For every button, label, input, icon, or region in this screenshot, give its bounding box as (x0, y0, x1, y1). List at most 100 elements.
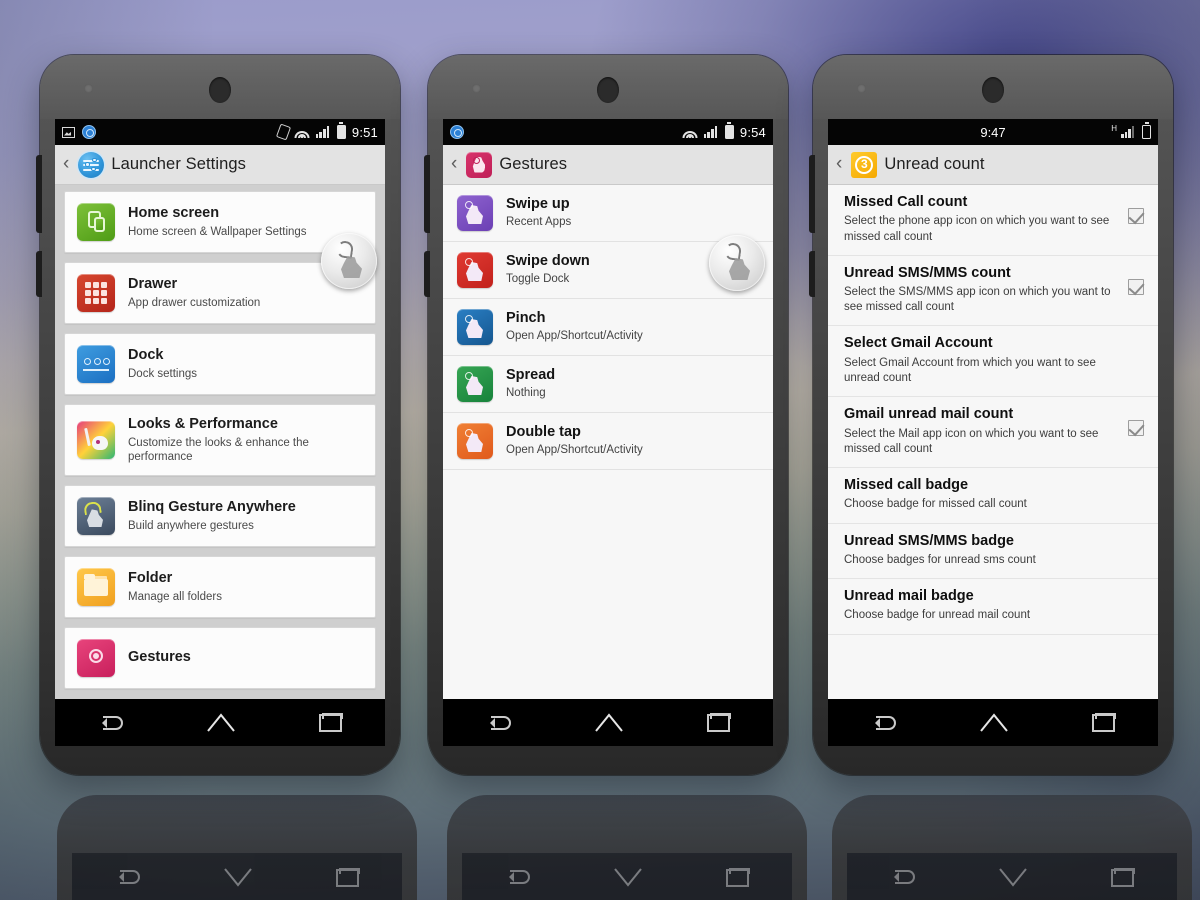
list-item-title: Gmail unread mail count (844, 406, 1014, 423)
badge-number: 3 (855, 155, 874, 174)
status-bar-2: 9:54 (443, 119, 773, 145)
earpiece-speaker (597, 77, 619, 103)
phone-unread-count: 9:47 H ‹ 3 Unread count Missed Call coun… (809, 55, 1173, 775)
list-item-unread-mail-badge[interactable]: Unread mail badge Choose badge for unrea… (828, 579, 1158, 635)
action-bar-1: ‹ Launcher Settings (55, 145, 385, 185)
list-item-title: Missed Call count (844, 194, 968, 210)
power-button[interactable] (424, 251, 430, 297)
signal-icon (703, 126, 719, 138)
swipe-up-icon (457, 195, 493, 231)
battery-empty-icon (1142, 122, 1151, 139)
list-item-title: Double tap (506, 423, 581, 440)
volume-button[interactable] (809, 155, 815, 233)
spread-icon (457, 366, 493, 402)
list-item-title: Select Gmail Account (844, 335, 993, 352)
list-item-title: Gestures (128, 648, 191, 665)
earpiece-speaker (982, 77, 1004, 103)
reflection-fade-2 (447, 795, 807, 900)
list-item-title: Swipe down (506, 252, 590, 269)
list-item-subtitle: Select the SMS/MMS app icon on which you… (844, 286, 1111, 314)
power-button[interactable] (809, 251, 815, 297)
home-icon[interactable] (594, 713, 624, 732)
list-item-subtitle: Dock settings (128, 367, 198, 380)
list-item-subtitle: App drawer customization (128, 296, 261, 309)
list-item-subtitle: Select the Mail app icon on which you wa… (844, 427, 1099, 455)
list-item-pinch[interactable]: Pinch Open App/Shortcut/Activity (443, 299, 773, 356)
list-item-unread-sms-count[interactable]: Unread SMS/MMS count Select the SMS/MMS … (828, 255, 1158, 327)
list-item-subtitle: Build anywhere gestures (128, 520, 254, 533)
list-item-folder[interactable]: Folder Manage all folders (64, 556, 376, 619)
status-bar-system-2: 9:54 (682, 122, 766, 140)
back-icon[interactable] (97, 715, 123, 731)
checkbox-unread-sms-count[interactable] (1128, 278, 1144, 295)
list-item-subtitle: Select the phone app icon on which you w… (844, 215, 1110, 243)
phone-reflection-1: Gestures (57, 795, 417, 900)
reflection-fade-3 (832, 795, 1192, 900)
list-item-title: Missed call badge (844, 476, 969, 493)
navigation-bar-2[interactable] (443, 699, 773, 746)
back-navigation-button-1[interactable]: ‹ (61, 154, 71, 176)
back-icon[interactable] (485, 715, 511, 731)
list-item-subtitle: Recent Apps (506, 216, 572, 229)
recents-icon[interactable] (707, 713, 732, 732)
status-bar-notifications-2 (450, 125, 464, 139)
recents-icon[interactable] (1092, 713, 1117, 732)
list-item-title: Unread SMS/MMS badge (844, 532, 1014, 549)
page-title-1: Launcher Settings (111, 155, 247, 173)
recents-icon[interactable] (319, 713, 344, 732)
wifi-icon (682, 127, 698, 138)
list-item-dock[interactable]: Dock Dock settings (64, 333, 376, 395)
hspa-label: H (1111, 123, 1117, 133)
sim-card-icon (275, 123, 291, 141)
back-icon[interactable] (870, 715, 896, 731)
list-item-subtitle: Select Gmail Account from which you want… (844, 356, 1096, 385)
home-icon[interactable] (979, 713, 1009, 732)
list-item-double-tap[interactable]: Double tap Open App/Shortcut/Activity (443, 413, 773, 470)
list-item-gmail-unread-mail-count[interactable]: Gmail unread mail count Select the Mail … (828, 397, 1158, 468)
list-item-missed-call-badge[interactable]: Missed call badge Choose badge for misse… (828, 467, 1158, 524)
page-title-2: Gestures (499, 155, 568, 173)
list-item-subtitle: Choose badges for unread sms count (844, 553, 1036, 566)
checkbox-gmail-unread-mail-count[interactable] (1128, 420, 1144, 437)
list-item-subtitle: Open App/Shortcut/Activity (506, 444, 643, 457)
list-item-gestures[interactable]: Gestures (64, 627, 376, 690)
list-item-subtitle: Choose badge for missed call count (844, 498, 1027, 511)
back-navigation-button-3[interactable]: ‹ (834, 154, 844, 176)
volume-button[interactable] (424, 155, 430, 233)
list-item-looks-performance[interactable]: Looks & Performance Customize the looks … (64, 404, 376, 477)
unread-count-list[interactable]: Missed Call count Select the phone app i… (828, 185, 1158, 699)
list-item-unread-sms-badge[interactable]: Unread SMS/MMS badge Choose badges for u… (828, 523, 1158, 580)
list-item-swipe-up[interactable]: Swipe up Recent Apps (443, 185, 773, 242)
list-item-spread[interactable]: Spread Nothing (443, 356, 773, 413)
navigation-bar-3[interactable] (828, 699, 1158, 746)
home-icon[interactable] (206, 713, 236, 732)
home-screen-icon (77, 203, 115, 241)
list-item-title: Unread mail badge (844, 588, 974, 605)
status-bar-time-3: 9:47 (980, 124, 1006, 140)
pinch-icon (457, 309, 493, 345)
phone-reflection-2: Gestures (447, 795, 807, 900)
volume-button[interactable] (36, 155, 42, 233)
gesture-hand-icon (77, 497, 115, 536)
navigation-bar-1[interactable] (55, 699, 385, 746)
front-camera (472, 84, 481, 93)
gestures-icon (77, 639, 115, 678)
list-item-title: Blinq Gesture Anywhere (128, 499, 296, 516)
app-notification-icon (82, 125, 96, 139)
screenshot-icon (62, 126, 75, 138)
list-item-select-gmail-account[interactable]: Select Gmail Account Select Gmail Accoun… (828, 326, 1158, 398)
list-item-blinq-gesture-anywhere[interactable]: Blinq Gesture Anywhere Build anywhere ge… (64, 485, 376, 548)
list-item-subtitle: Choose badge for unread mail count (844, 609, 1031, 622)
back-navigation-button-2[interactable]: ‹ (449, 154, 459, 176)
list-item-title: Home screen (128, 204, 220, 221)
list-item-title: Folder (128, 570, 173, 587)
list-item-title: Unread SMS/MMS count (844, 264, 1011, 281)
list-item-missed-call-count[interactable]: Missed Call count Select the phone app i… (828, 185, 1158, 256)
checkbox-missed-call-count[interactable] (1128, 208, 1144, 224)
action-bar-2: ‹ Gestures (443, 145, 773, 185)
reflection-fade-1 (57, 795, 417, 900)
list-item-subtitle: Toggle Dock (506, 273, 570, 286)
list-item-subtitle: Open App/Shortcut/Activity (506, 330, 643, 343)
signal-icon (315, 126, 331, 138)
power-button[interactable] (36, 251, 42, 297)
